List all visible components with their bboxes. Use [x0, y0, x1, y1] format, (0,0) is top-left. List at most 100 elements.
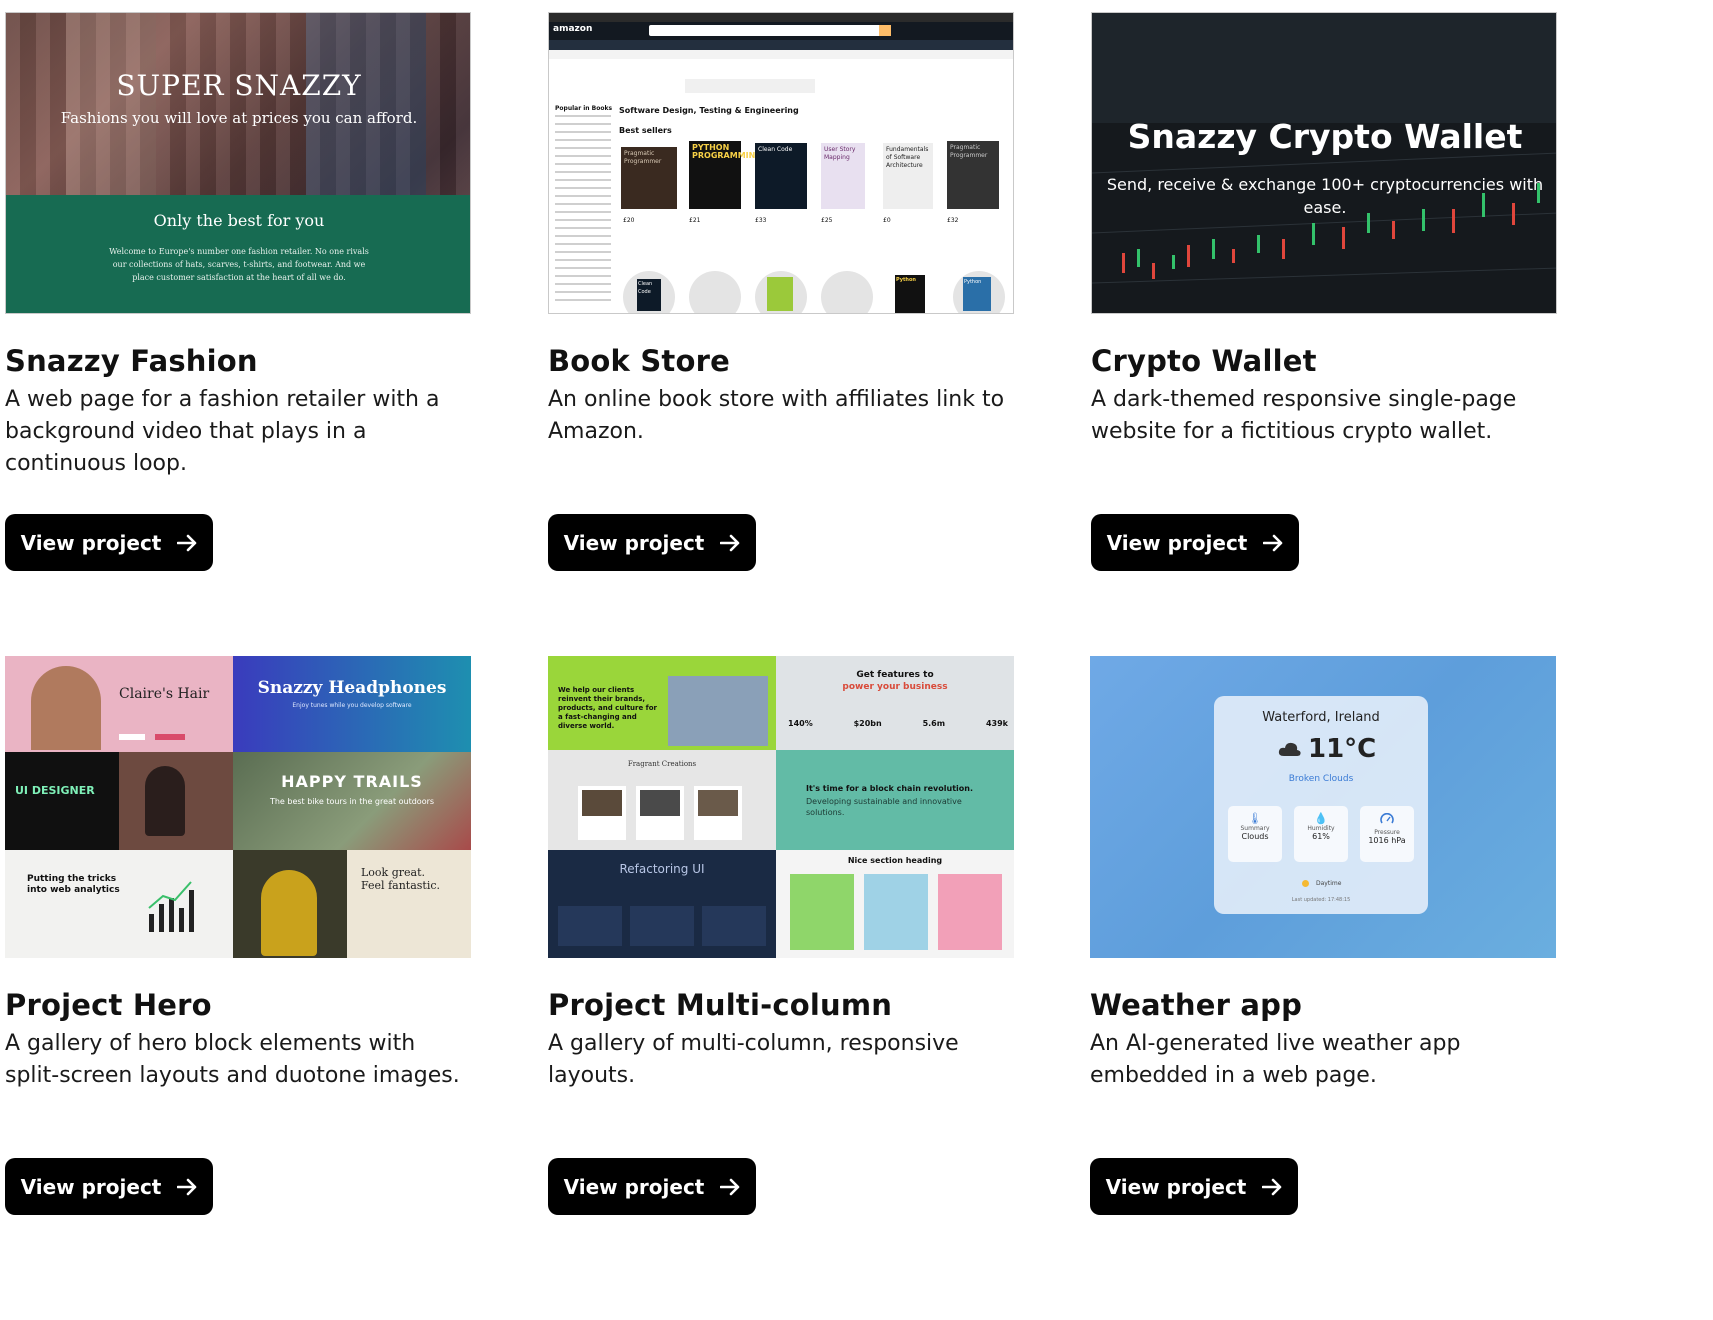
arrow-right-icon	[1263, 534, 1283, 552]
view-project-label: View project	[563, 1174, 705, 1199]
book-price: £0	[883, 217, 891, 224]
thumb-headline: SUPER SNAZZY	[116, 69, 362, 102]
droplet-icon: 💧	[1314, 812, 1328, 825]
book-cover[interactable]: User Story Mapping	[821, 143, 865, 209]
tile-title: HAPPY TRAILS	[281, 772, 423, 791]
view-project-label: View project	[1105, 1174, 1247, 1199]
project-description: A gallery of multi-column, responsive la…	[548, 1031, 959, 1088]
project-description: An AI-generated live weather app embedde…	[1090, 1031, 1461, 1088]
book-cover[interactable]: Pragmatic Programmer	[947, 141, 999, 209]
view-project-button[interactable]: View project	[548, 514, 756, 571]
thumb-section-title: Only the best for you	[153, 211, 325, 230]
weather-updated: Last updated: 17:48:15	[1291, 897, 1351, 903]
weather-daytime: Daytime	[1316, 880, 1342, 887]
tile-title: Snazzy Headphones	[257, 678, 447, 698]
tile-subtitle: Enjoy tunes while you develop software	[292, 702, 412, 709]
view-project-label: View project	[20, 530, 162, 555]
thumb-tagline: Fashions you will love at prices you can…	[60, 109, 418, 127]
gauge-icon	[1360, 810, 1414, 829]
candlestick-chart-graphic	[1092, 13, 1556, 313]
bestsellers-heading: Best sellers	[619, 126, 672, 135]
arrow-right-icon	[177, 1178, 197, 1196]
project-card-book-store: amazon Popular in Books Software Design,…	[548, 12, 1014, 571]
book-cover[interactable]: Pragmatic Programmer	[621, 147, 677, 209]
tile-title: Putting the tricks into web analytics	[27, 874, 120, 895]
tile-title: Nice section heading	[847, 856, 943, 865]
tile-title: It's time for a block chain revolution.	[806, 784, 973, 793]
project-thumbnail[interactable]: Waterford, Ireland 11°C Broken Clouds 🌡 …	[1090, 656, 1556, 958]
weather-location: Waterford, Ireland	[1262, 710, 1380, 725]
stat-value: 140%	[788, 719, 813, 728]
tile-subtitle: The best bike tours in the great outdoor…	[269, 797, 435, 806]
arrow-right-icon	[1262, 1178, 1282, 1196]
tile-title: Claire's Hair	[119, 686, 210, 702]
project-thumbnail[interactable]: amazon Popular in Books Software Design,…	[548, 12, 1014, 314]
bar-chart-illustration-icon	[148, 881, 194, 932]
thumb-tagline: Send, receive & exchange 100+ cryptocurr…	[1106, 175, 1544, 217]
book-price: £33	[755, 217, 767, 224]
tile-title: Fragrant Creations	[627, 760, 697, 768]
section-title: Software Design, Testing & Engineering	[619, 106, 799, 115]
project-card-project-hero: Claire's Hair Snazzy Headphones Enjoy tu…	[5, 656, 471, 1215]
project-title: Project Hero	[5, 988, 212, 1022]
project-title: Weather app	[1090, 988, 1303, 1022]
project-description: A web page for a fashion retailer with a…	[5, 387, 440, 476]
book-price: £21	[689, 217, 701, 224]
stat-value: 1016 hPa	[1368, 836, 1406, 845]
view-project-button[interactable]: View project	[5, 1158, 213, 1215]
tile-title: Get features to	[856, 670, 934, 680]
book-cover[interactable]: Clean Code	[755, 143, 807, 209]
view-project-button[interactable]: View project	[548, 1158, 756, 1215]
project-thumbnail[interactable]: Claire's Hair Snazzy Headphones Enjoy tu…	[5, 656, 471, 958]
project-description: An online book store with affiliates lin…	[548, 387, 1005, 444]
project-title: Book Store	[548, 344, 730, 378]
thumb-section-text: Welcome to Europe's number one fashion r…	[109, 247, 369, 282]
sun-icon	[1302, 880, 1309, 887]
weather-stat: 💧 Humidity 61%	[1294, 806, 1348, 862]
amazon-logo: amazon	[553, 24, 593, 34]
book-cover[interactable]: Fundamentals of Software Architecture	[883, 143, 933, 209]
project-description: A gallery of hero block elements with sp…	[5, 1031, 460, 1088]
project-description: A dark-themed responsive single-page web…	[1091, 387, 1517, 444]
thumb-headline: Snazzy Crypto Wallet	[1127, 117, 1523, 156]
book-cover[interactable]: PYTHON PROGRAMMING	[689, 141, 762, 209]
book-price: £20	[623, 217, 635, 224]
project-card-project-multi-column: We help our clients reinvent their brand…	[548, 656, 1014, 1215]
project-title: Snazzy Fashion	[5, 344, 258, 378]
view-project-button[interactable]: View project	[5, 514, 213, 571]
project-thumbnail[interactable]: We help our clients reinvent their brand…	[548, 656, 1014, 958]
weather-stat: Pressure 1016 hPa	[1360, 806, 1414, 862]
sidebar-heading: Popular in Books	[555, 105, 613, 112]
view-project-label: View project	[1106, 530, 1248, 555]
stat-value: $20bn	[853, 719, 882, 728]
book-cover[interactable]: Clean Code	[637, 279, 661, 311]
arrow-right-icon	[720, 534, 740, 552]
tile-title-accent: power your business	[842, 682, 948, 692]
book-price: £25	[821, 217, 833, 224]
stat-value: 61%	[1312, 832, 1330, 841]
project-card-snazzy-fashion: SUPER SNAZZY Fashions you will love at p…	[5, 12, 471, 571]
project-thumbnail[interactable]: SUPER SNAZZY Fashions you will love at p…	[5, 12, 471, 314]
view-project-button[interactable]: View project	[1090, 1158, 1298, 1215]
project-card-crypto-wallet: Snazzy Crypto Wallet Send, receive & exc…	[1091, 12, 1557, 571]
book-cover[interactable]: Python	[963, 277, 991, 311]
cloud-icon	[1278, 740, 1302, 762]
tile-text: We help our clients reinvent their brand…	[558, 686, 657, 730]
weather-temperature: 11°C	[1308, 734, 1377, 764]
view-project-button[interactable]: View project	[1091, 514, 1299, 571]
stat-value: 5.6m	[922, 719, 946, 728]
project-card-weather-app: Waterford, Ireland 11°C Broken Clouds 🌡 …	[1090, 656, 1556, 1215]
tile-title: Look great. Feel fantastic.	[361, 866, 440, 892]
book-price: £32	[947, 217, 959, 224]
tile-title: Refactoring UI	[619, 862, 705, 876]
project-title: Crypto Wallet	[1091, 344, 1317, 378]
arrow-right-icon	[177, 534, 197, 552]
project-thumbnail[interactable]: Snazzy Crypto Wallet Send, receive & exc…	[1091, 12, 1557, 314]
book-cover[interactable]: Python	[895, 275, 925, 313]
weather-condition: Broken Clouds	[1288, 774, 1354, 784]
weather-stat: 🌡 Summary Clouds	[1228, 806, 1282, 862]
view-project-label: View project	[563, 530, 705, 555]
arrow-right-icon	[720, 1178, 740, 1196]
tile-title: UI DESIGNER	[15, 784, 95, 797]
view-project-label: View project	[20, 1174, 162, 1199]
